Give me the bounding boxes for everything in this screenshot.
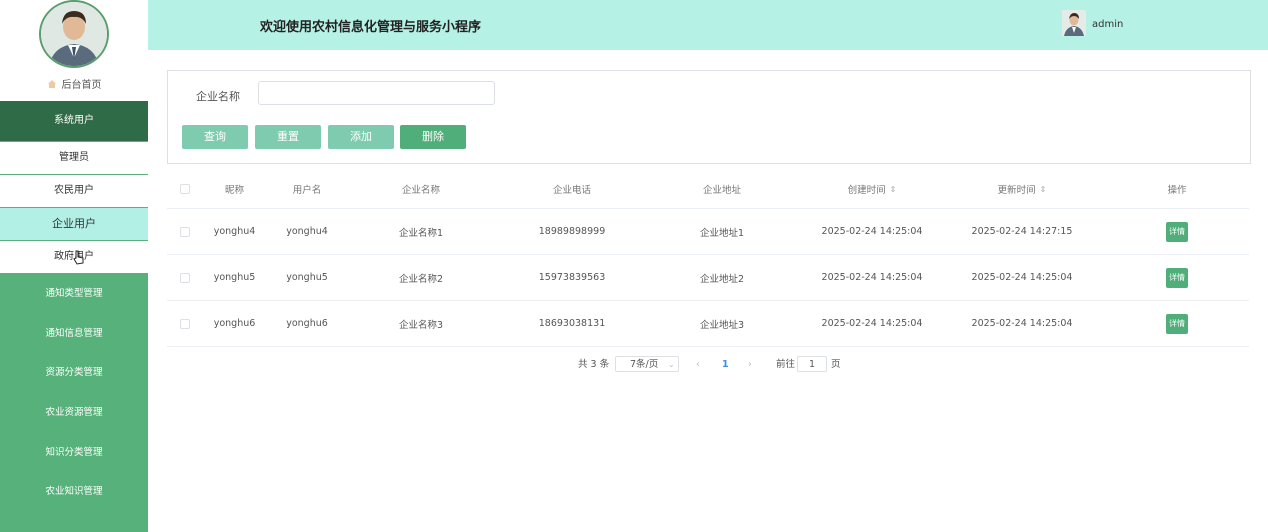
- column-header: 企业名称: [401, 185, 440, 196]
- pointer-cursor-icon: [73, 247, 85, 279]
- column-header: 企业电话: [552, 185, 591, 196]
- avatar: [39, 0, 109, 68]
- sidebar-item-government-users[interactable]: 政府用户: [0, 241, 148, 274]
- table-cell: 2025-02-24 14:25:04: [971, 272, 1073, 283]
- table-header-row: 昵称 用户名 企业名称 企业电话 企业地址 创建时间 ⇕ 更新时间 ⇕ 操作: [167, 170, 1249, 209]
- table-cell: 2025-02-24 14:25:04: [971, 318, 1073, 329]
- page-unit-label: 页: [831, 359, 841, 370]
- table-cell: yonghu4: [213, 226, 256, 237]
- home-link[interactable]: 后台首页: [0, 76, 148, 92]
- sidebar-item-knowledge-category[interactable]: 知识分类管理: [0, 432, 148, 473]
- table-cell: yonghu5: [286, 272, 328, 283]
- sidebar-fill: [0, 512, 148, 532]
- column-header-created[interactable]: 创建时间 ⇕: [817, 170, 927, 208]
- delete-button[interactable]: 删除: [400, 125, 466, 149]
- search-panel: 企业名称 查询 重置 添加 删除: [167, 70, 1251, 164]
- sidebar-item-notice-type[interactable]: 通知类型管理: [0, 274, 148, 314]
- table-cell: 企业名称2: [398, 273, 444, 285]
- row-checkbox[interactable]: [180, 272, 190, 283]
- column-header: 用户名: [292, 185, 322, 196]
- query-button[interactable]: 查询: [182, 125, 248, 149]
- sidebar-item-agri-knowledge[interactable]: 农业知识管理: [0, 472, 148, 513]
- column-header: 昵称: [224, 185, 244, 196]
- home-link-label: 后台首页: [61, 80, 102, 91]
- sidebar: 后台首页 系统用户 管理员 农民用户 企业用户 政府用户 通知类型管理 通知信息…: [0, 0, 148, 532]
- page-size-select[interactable]: 7条/页 ⌄: [615, 356, 679, 372]
- sidebar-group-system-users[interactable]: 系统用户: [0, 101, 148, 141]
- reset-button[interactable]: 重置: [255, 125, 321, 149]
- goto-label: 前往: [776, 359, 796, 370]
- sidebar-item-resource-category[interactable]: 资源分类管理: [0, 353, 148, 394]
- sort-icon[interactable]: ⇕: [1040, 185, 1047, 194]
- table-cell: 18693038131: [538, 318, 606, 329]
- sort-icon[interactable]: ⇕: [890, 185, 897, 194]
- sidebar-item-agri-resource[interactable]: 农业资源管理: [0, 393, 148, 433]
- table-cell: 2025-02-24 14:25:04: [821, 226, 923, 237]
- row-checkbox-cell: [175, 301, 195, 346]
- user-avatar[interactable]: [1062, 10, 1086, 36]
- table-row: yonghu4 yonghu4 企业名称1 18989898999 企业地址1 …: [167, 209, 1249, 255]
- chevron-left-icon[interactable]: ‹: [696, 356, 700, 374]
- table-cell: 企业名称1: [398, 227, 444, 239]
- sidebar-item-farmer-users[interactable]: 农民用户: [0, 175, 148, 208]
- sidebar-item-notice-info[interactable]: 通知信息管理: [0, 313, 148, 354]
- add-button[interactable]: 添加: [328, 125, 394, 149]
- pagination-total: 共 3 条: [578, 359, 610, 370]
- action-cell: 详情: [1152, 255, 1202, 300]
- sidebar-item-enterprise-users[interactable]: 企业用户: [0, 208, 148, 241]
- row-checkbox[interactable]: [180, 318, 190, 329]
- table-cell: yonghu6: [286, 318, 328, 329]
- page-size-value: 7条/页: [630, 359, 659, 370]
- sidebar-item-admin[interactable]: 管理员: [0, 141, 148, 175]
- table-cell: 企业地址1: [699, 227, 745, 239]
- page-number-current[interactable]: 1: [722, 356, 729, 374]
- row-checkbox[interactable]: [180, 226, 190, 237]
- column-header: 操作: [1167, 185, 1187, 196]
- table-cell: 企业地址2: [699, 273, 745, 285]
- username[interactable]: admin: [1092, 19, 1123, 30]
- row-checkbox-cell: [175, 255, 195, 300]
- enterprise-name-input[interactable]: [258, 81, 495, 105]
- table-cell: 15973839563: [538, 272, 606, 283]
- app-title: 欢迎使用农村信息化管理与服务小程序: [260, 20, 482, 35]
- data-table: 昵称 用户名 企业名称 企业电话 企业地址 创建时间 ⇕ 更新时间 ⇕ 操作 y…: [167, 170, 1249, 347]
- column-header-label: 更新时间: [997, 185, 1036, 196]
- column-header-label: 创建时间: [847, 185, 886, 196]
- column-header: 企业地址: [702, 185, 741, 196]
- table-cell: 18989898999: [538, 226, 606, 237]
- detail-button[interactable]: 详情: [1166, 267, 1188, 288]
- table-cell: yonghu4: [286, 226, 328, 237]
- table-row: yonghu5 yonghu5 企业名称2 15973839563 企业地址2 …: [167, 255, 1249, 301]
- sidebar-menu: 系统用户 管理员 农民用户 企业用户 政府用户 通知类型管理 通知信息管理 资源…: [0, 101, 148, 532]
- header: 欢迎使用农村信息化管理与服务小程序 admin: [148, 0, 1268, 50]
- table-cell: yonghu5: [213, 272, 256, 283]
- search-label: 企业名称: [196, 90, 240, 103]
- select-all-checkbox[interactable]: [180, 184, 190, 194]
- table-cell: 企业地址3: [699, 319, 745, 331]
- table-cell: 2025-02-24 14:25:04: [821, 318, 923, 329]
- column-header-updated[interactable]: 更新时间 ⇕: [967, 170, 1077, 208]
- table-cell: 2025-02-24 14:25:04: [821, 272, 923, 283]
- home-icon: [47, 79, 57, 89]
- row-checkbox-cell: [175, 209, 195, 254]
- chevron-down-icon: ⌄: [668, 360, 675, 369]
- goto-page-input[interactable]: 1: [797, 356, 827, 372]
- table-row: yonghu6 yonghu6 企业名称3 18693038131 企业地址3 …: [167, 301, 1249, 347]
- action-cell: 详情: [1152, 301, 1202, 346]
- detail-button[interactable]: 详情: [1166, 313, 1188, 334]
- select-all-checkbox-cell: [175, 170, 195, 208]
- table-cell: 企业名称3: [398, 319, 444, 331]
- chevron-right-icon[interactable]: ›: [748, 356, 752, 374]
- action-cell: 详情: [1152, 209, 1202, 254]
- table-cell: yonghu6: [213, 318, 256, 329]
- goto-page-value: 1: [809, 359, 816, 370]
- detail-button[interactable]: 详情: [1166, 221, 1188, 242]
- table-cell: 2025-02-24 14:27:15: [971, 226, 1073, 237]
